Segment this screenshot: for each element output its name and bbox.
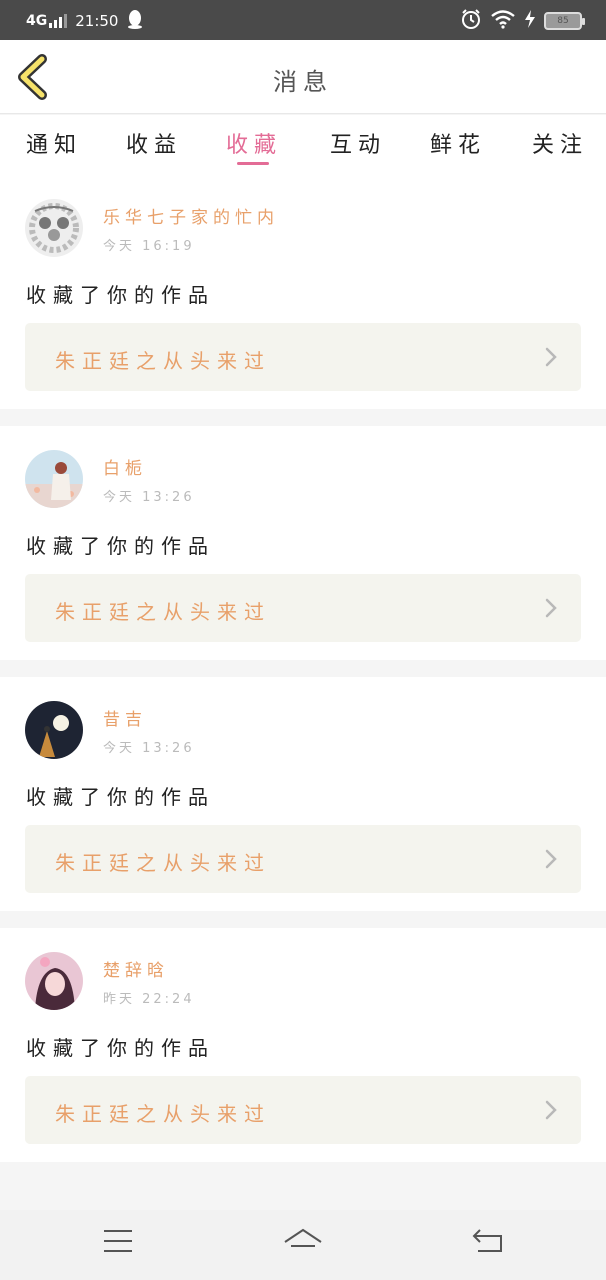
work-title: 朱正廷之从头来过 bbox=[55, 1102, 271, 1126]
moon-night-avatar[interactable] bbox=[25, 701, 83, 759]
work-title: 朱正廷之从头来过 bbox=[55, 600, 271, 624]
chevron-right-icon bbox=[545, 1100, 557, 1120]
tab-favorites[interactable]: 收藏 bbox=[226, 127, 282, 159]
timestamp: 今天 13:26 bbox=[103, 490, 195, 505]
signal-icon bbox=[49, 14, 68, 28]
action-text: 收藏了你的作品 bbox=[26, 1036, 215, 1060]
menu-icon bbox=[104, 1230, 132, 1252]
work-title: 朱正廷之从头来过 bbox=[55, 349, 271, 373]
timestamp: 今天 13:26 bbox=[103, 741, 195, 756]
back-nav-button[interactable] bbox=[472, 1228, 504, 1258]
username[interactable]: 白栀 bbox=[103, 454, 147, 479]
work-link[interactable]: 朱正廷之从头来过 bbox=[25, 825, 581, 893]
status-left: 4G 21:50 bbox=[26, 9, 144, 33]
username[interactable]: 楚辞晗 bbox=[103, 956, 169, 981]
clock: 21:50 bbox=[75, 12, 119, 30]
qq-icon bbox=[126, 9, 144, 33]
tab-earnings[interactable]: 收益 bbox=[126, 127, 182, 159]
tab-notification[interactable]: 通知 bbox=[26, 127, 82, 159]
status-right: 85 bbox=[460, 8, 585, 34]
chevron-right-icon bbox=[545, 347, 557, 367]
girl-by-sea-avatar[interactable] bbox=[25, 450, 83, 508]
message-card: 楚辞晗 昨天 22:24 收藏了你的作品 朱正廷之从头来过 bbox=[0, 928, 606, 1162]
return-icon bbox=[472, 1229, 502, 1252]
status-bar: 4G 21:50 85 bbox=[0, 0, 606, 40]
system-nav-bar bbox=[0, 1210, 606, 1280]
home-button[interactable] bbox=[283, 1228, 323, 1260]
action-text: 收藏了你的作品 bbox=[26, 785, 215, 809]
message-card: 白栀 今天 13:26 收藏了你的作品 朱正廷之从头来过 bbox=[0, 426, 606, 660]
battery-level: 85 bbox=[557, 16, 569, 26]
username[interactable]: 乐华七子家的忙内 bbox=[103, 203, 279, 228]
wifi-icon bbox=[490, 9, 516, 33]
alarm-icon bbox=[460, 8, 482, 34]
network-indicator: 4G bbox=[26, 13, 48, 29]
timestamp: 昨天 22:24 bbox=[103, 992, 195, 1007]
active-tab-indicator bbox=[237, 162, 269, 165]
menu-button[interactable] bbox=[103, 1228, 133, 1258]
header-bar: 消息 bbox=[0, 40, 606, 114]
timestamp: 今天 16:19 bbox=[103, 239, 195, 254]
work-title: 朱正廷之从头来过 bbox=[55, 851, 271, 875]
page-title: 消息 bbox=[273, 68, 333, 96]
work-link[interactable]: 朱正廷之从头来过 bbox=[25, 574, 581, 642]
action-text: 收藏了你的作品 bbox=[26, 283, 215, 307]
chevron-right-icon bbox=[545, 849, 557, 869]
username[interactable]: 昔吉 bbox=[103, 705, 147, 730]
tab-bar: 通知 收益 收藏 互动 鲜花 关注 bbox=[0, 115, 606, 175]
work-link[interactable]: 朱正廷之从头来过 bbox=[25, 323, 581, 391]
tab-flowers[interactable]: 鲜花 bbox=[430, 127, 486, 159]
tab-follow[interactable]: 关注 bbox=[532, 127, 588, 159]
chevron-right-icon bbox=[545, 598, 557, 618]
tab-interaction[interactable]: 互动 bbox=[330, 127, 386, 159]
message-card: 乐华七子家的忙内 今天 16:19 收藏了你的作品 朱正廷之从头来过 bbox=[0, 175, 606, 409]
pink-girl-avatar[interactable] bbox=[25, 952, 83, 1010]
charging-icon bbox=[524, 9, 536, 33]
action-text: 收藏了你的作品 bbox=[26, 534, 215, 558]
home-icon bbox=[284, 1228, 322, 1247]
battery-icon: 85 bbox=[544, 12, 585, 30]
group-photo-avatar[interactable] bbox=[25, 199, 83, 257]
work-link[interactable]: 朱正廷之从头来过 bbox=[25, 1076, 581, 1144]
message-card: 昔吉 今天 13:26 收藏了你的作品 朱正廷之从头来过 bbox=[0, 677, 606, 911]
